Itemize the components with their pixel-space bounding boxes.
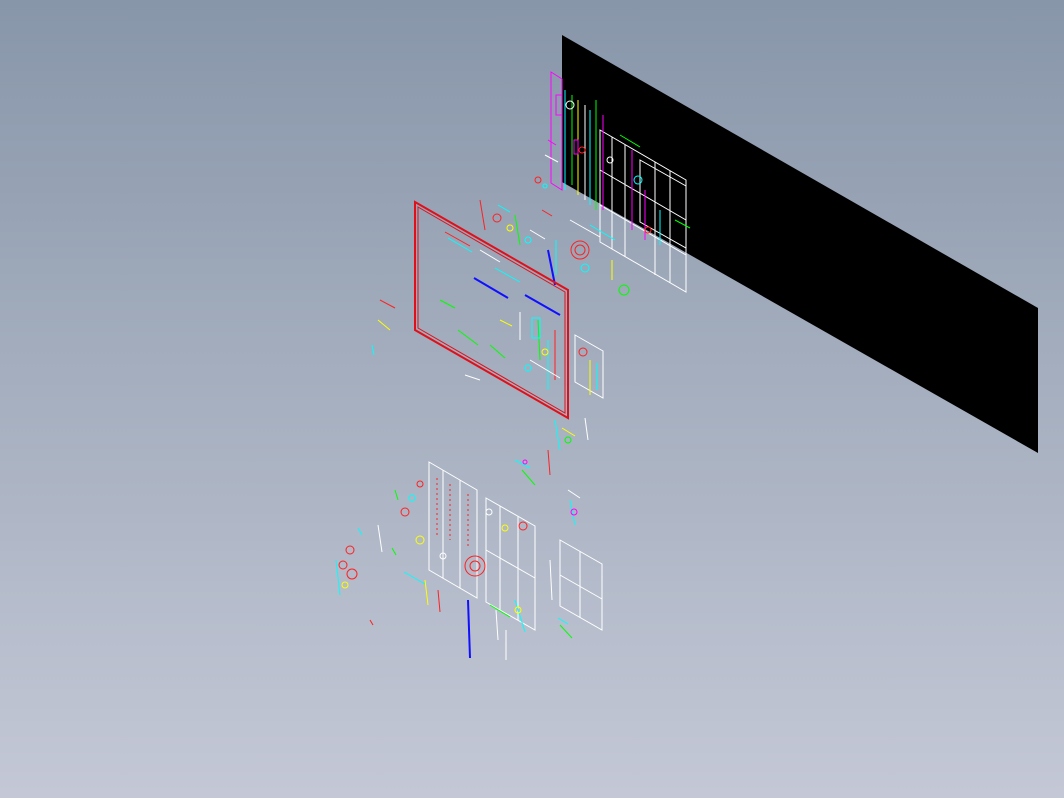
isometric-drawing-scene (335, 35, 1038, 660)
red-sheet-border (414, 200, 569, 420)
bottom-white-frame-right (559, 539, 603, 631)
bottom-drawing-sheets[interactable] (335, 461, 603, 660)
bottom-white-frame-left (428, 461, 478, 599)
black-drawing-sheet[interactable] (562, 35, 1038, 453)
red-frame-drawing-sheet[interactable] (414, 200, 569, 420)
top-sheet-magenta-border (550, 71, 563, 191)
cad-3d-viewport[interactable] (0, 0, 1064, 798)
